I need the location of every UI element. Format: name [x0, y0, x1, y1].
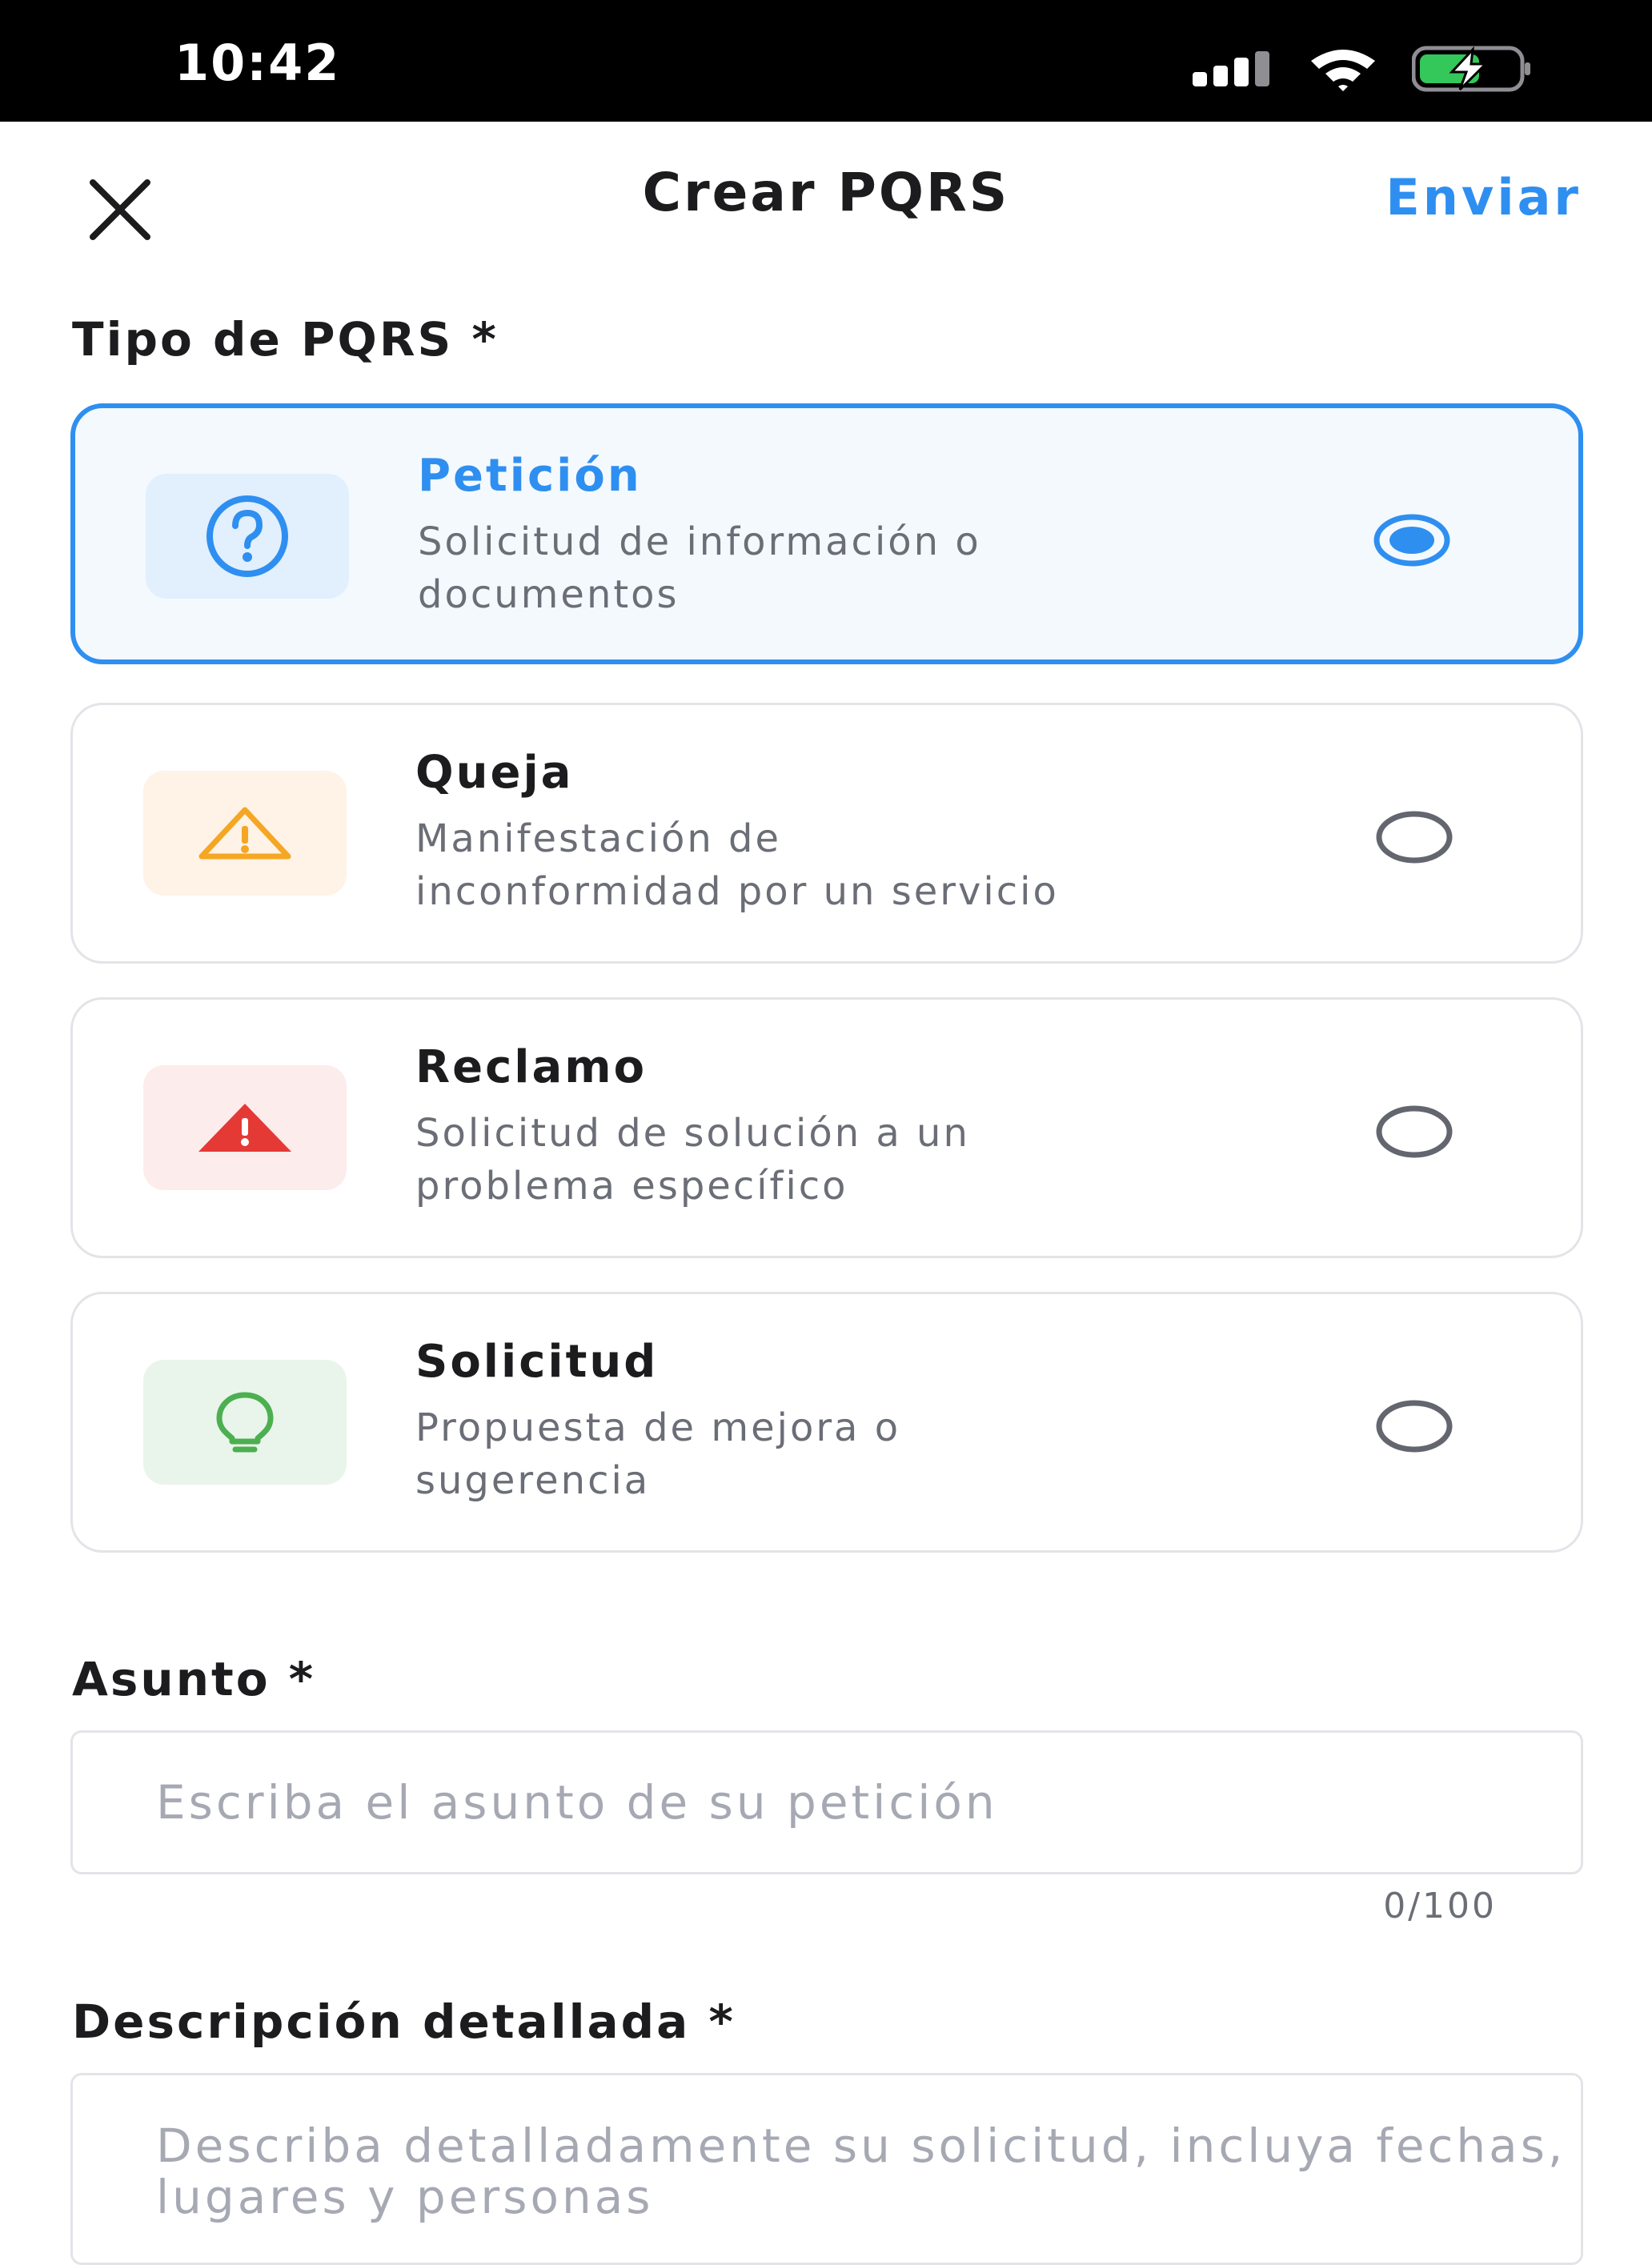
option-description-line: inconformidad por un servicio: [415, 869, 1059, 914]
option-description: Propuesta de mejora o sugerencia: [415, 1401, 1336, 1507]
option-description-line: Propuesta de mejora o: [415, 1405, 901, 1450]
option-description-line: documentos: [418, 572, 680, 617]
type-option-peticion[interactable]: Petición Solicitud de información o docu…: [70, 403, 1583, 664]
radio-unselected-icon[interactable]: [1376, 1400, 1453, 1453]
radio-unselected-icon[interactable]: [1376, 1105, 1453, 1158]
warning-outline-icon: [198, 807, 291, 860]
option-description-line: Solicitud de solución a un: [415, 1111, 970, 1156]
type-section-label: Tipo de PQRS *: [72, 312, 499, 367]
status-bar: 10:42: [0, 0, 1652, 122]
cellular-signal-icon: [1193, 51, 1269, 86]
option-description-line: problema específico: [415, 1164, 848, 1209]
type-option-solicitud[interactable]: Solicitud Propuesta de mejora o sugerenc…: [70, 1292, 1583, 1553]
option-description-line: Manifestación de: [415, 816, 782, 861]
option-title: Reclamo: [415, 1041, 648, 1093]
nav-header: Crear PQRS Enviar: [0, 122, 1652, 266]
option-description: Solicitud de solución a un problema espe…: [415, 1107, 1336, 1213]
question-circle-icon: [206, 495, 288, 577]
option-icon-box: [146, 474, 349, 599]
send-button[interactable]: Enviar: [1385, 168, 1582, 226]
option-icon-box: [143, 1360, 347, 1485]
option-icon-box: [143, 1065, 347, 1190]
option-description-line: sugerencia: [415, 1458, 651, 1503]
option-title: Solicitud: [415, 1336, 659, 1388]
status-icons: [1172, 0, 1652, 122]
battery-charging-icon: [1412, 46, 1530, 92]
option-icon-box: [143, 771, 347, 896]
subject-label: Asunto *: [72, 1652, 316, 1706]
subject-input[interactable]: [70, 1730, 1583, 1874]
lightbulb-icon: [216, 1392, 274, 1453]
description-textarea[interactable]: [70, 2073, 1583, 2265]
option-title: Queja: [415, 747, 574, 799]
wifi-icon: [1311, 50, 1375, 91]
option-description-line: Solicitud de información o: [418, 519, 981, 564]
radio-selected-icon[interactable]: [1373, 514, 1450, 567]
option-title: Petición: [418, 450, 642, 502]
option-description: Solicitud de información o documentos: [418, 515, 1338, 621]
option-description: Manifestación de inconformidad por un se…: [415, 812, 1336, 918]
type-option-queja[interactable]: Queja Manifestación de inconformidad por…: [70, 703, 1583, 964]
subject-char-counter: 0/100: [1383, 1886, 1497, 1926]
status-time: 10:42: [174, 34, 341, 92]
radio-unselected-icon[interactable]: [1376, 811, 1453, 864]
alert-triangle-filled-icon: [198, 1104, 291, 1152]
type-option-reclamo[interactable]: Reclamo Solicitud de solución a un probl…: [70, 997, 1583, 1258]
description-label: Descripción detallada *: [72, 1994, 736, 2049]
